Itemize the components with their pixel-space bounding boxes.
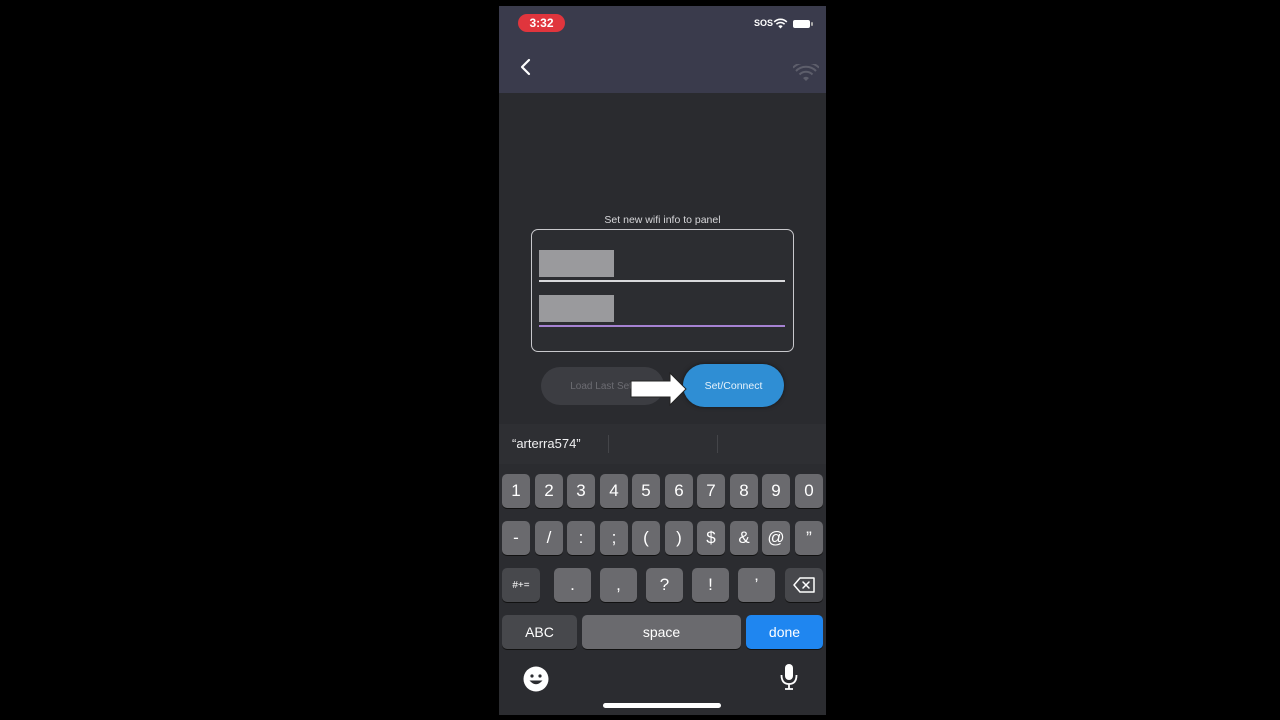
key[interactable]: 2 [535,474,563,508]
arrow-right-icon [630,372,687,406]
key[interactable]: ” [795,521,823,555]
key[interactable]: 8 [730,474,758,508]
backspace-icon [793,577,815,593]
autofill-suggestion-bar: “arterra574” [499,424,826,464]
symbols-toggle-key[interactable]: #+= [502,568,540,602]
key[interactable]: ; [600,521,628,555]
carrier-label: SOS [754,18,774,28]
key[interactable]: 3 [567,474,595,508]
ssid-underline [539,280,785,282]
key[interactable]: , [600,568,637,602]
key[interactable]: / [535,521,563,555]
key[interactable]: ? [646,568,683,602]
wifi-icon [793,64,819,81]
key[interactable]: & [730,521,758,555]
microphone-icon[interactable] [778,662,800,692]
key[interactable]: 4 [600,474,628,508]
key[interactable]: : [567,521,595,555]
ssid-field[interactable] [539,250,789,282]
key[interactable]: 7 [697,474,725,508]
wifi-form [531,229,794,352]
phone-screen: 3:32 SOS Set new wifi info to panel Load… [499,6,826,715]
emoji-icon[interactable] [522,665,550,693]
keyboard: 1 2 3 4 5 6 7 8 9 0 - / : ; ( ) $ & @ ” … [499,464,826,715]
key[interactable]: $ [697,521,725,555]
key[interactable]: ( [632,521,660,555]
key[interactable]: 9 [762,474,790,508]
wifi-status-icon [773,18,788,29]
key[interactable]: 5 [632,474,660,508]
key[interactable]: @ [762,521,790,555]
key[interactable]: 1 [502,474,530,508]
backspace-key[interactable] [785,568,823,602]
nav-bar [499,42,826,93]
suggestion-item[interactable]: “arterra574” [512,436,581,451]
status-time: 3:32 [518,14,565,32]
suggestion-divider [717,435,718,453]
key[interactable]: ! [692,568,729,602]
done-key[interactable]: done [746,615,823,649]
set-connect-button[interactable]: Set/Connect [683,364,784,407]
battery-icon [793,20,813,28]
key[interactable]: - [502,521,530,555]
key[interactable]: ) [665,521,693,555]
panel-label: Set new wifi info to panel [604,214,721,226]
password-underline [539,325,785,327]
home-indicator [603,703,721,708]
space-key[interactable]: space [582,615,741,649]
password-field[interactable] [539,295,789,327]
status-bar: 3:32 SOS [499,6,826,42]
key[interactable]: 0 [795,474,823,508]
chevron-left-icon [520,58,531,76]
key[interactable]: . [554,568,591,602]
password-input[interactable] [539,295,789,325]
suggestion-divider [608,435,609,453]
abc-key[interactable]: ABC [502,615,577,649]
ssid-input[interactable] [539,250,789,280]
key[interactable]: 6 [665,474,693,508]
key[interactable]: ’ [738,568,775,602]
back-button[interactable] [514,56,536,78]
